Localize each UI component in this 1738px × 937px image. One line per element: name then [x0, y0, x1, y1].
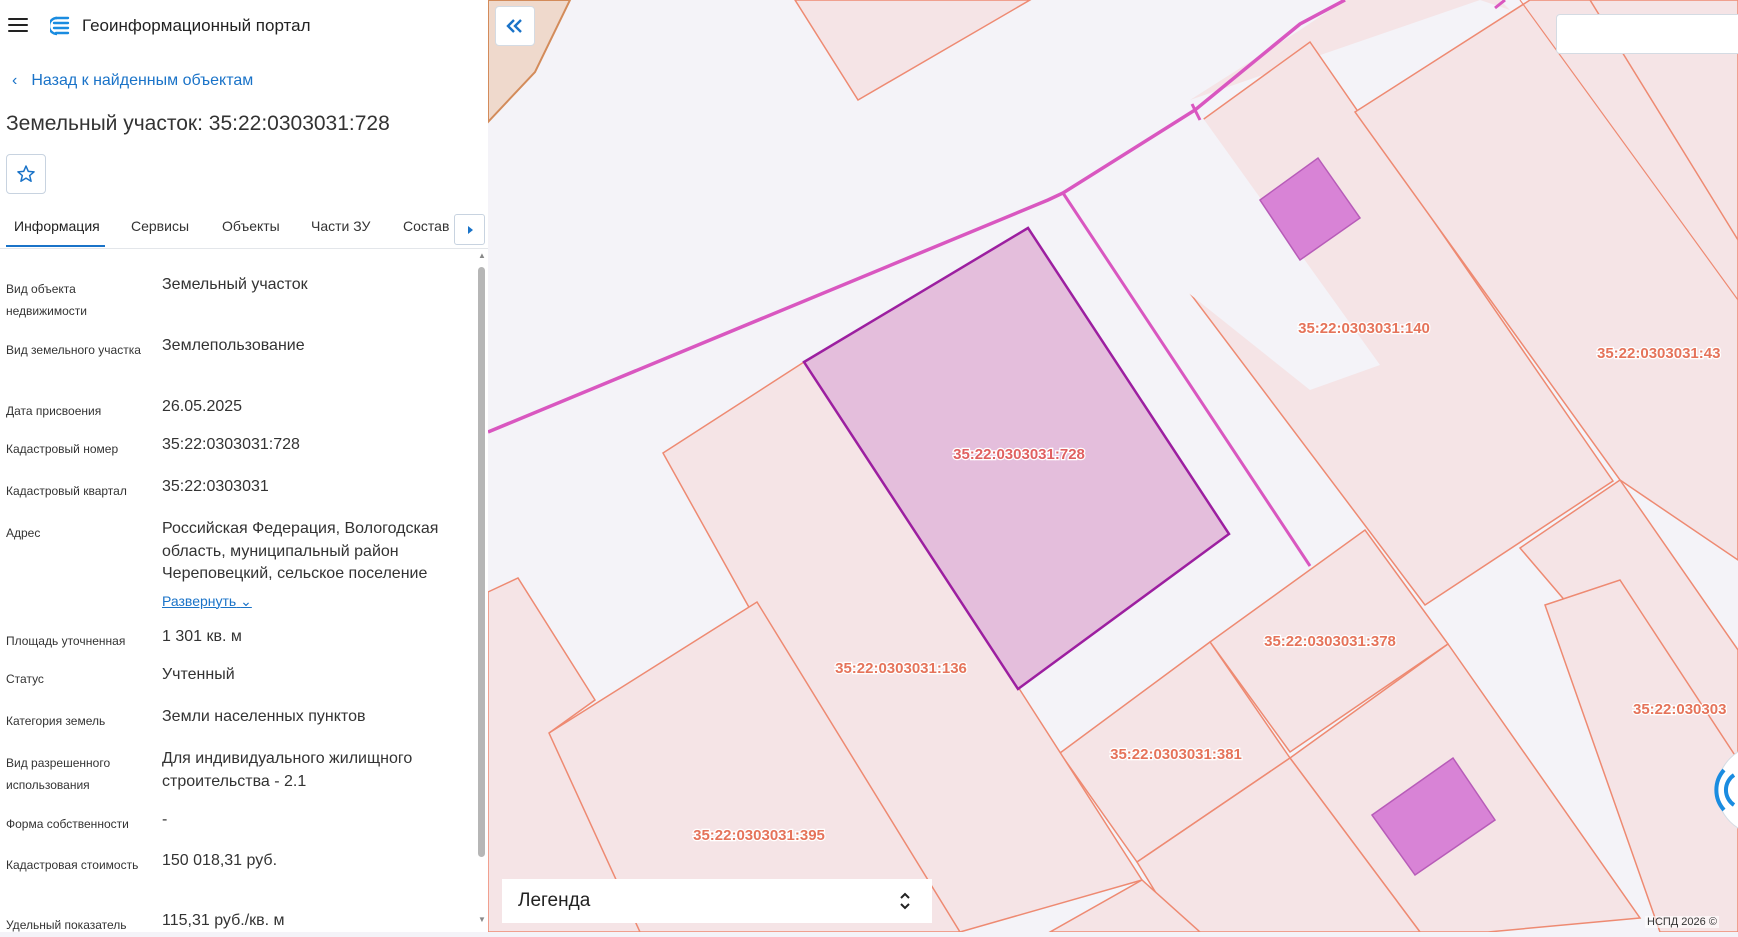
scroll-down-arrow-icon[interactable]: ▼ [477, 916, 487, 924]
property-label: Категория земель [6, 714, 106, 728]
caret-right-icon [467, 225, 473, 234]
property-value: 115,31 руб./кв. м [162, 912, 285, 929]
expand-address-link[interactable]: Развернуть ⌄ [162, 590, 252, 613]
property-label: Форма собственности [6, 817, 129, 831]
legend-panel[interactable]: Легенда [502, 879, 932, 923]
tab-objects[interactable]: Объекты [222, 218, 280, 234]
tab-information[interactable]: Информация [14, 218, 100, 234]
property-label: Площадь уточненная [6, 634, 126, 648]
top-bar: Геоинформационный портал [0, 0, 488, 52]
back-link-label: Назад к найденным объектам [31, 72, 254, 89]
expand-collapse-icon [900, 892, 910, 910]
map-search-input[interactable] [1556, 14, 1738, 54]
double-chevron-left-icon [506, 19, 522, 33]
property-label: Дата присвоения [6, 404, 102, 418]
parcel-label: 35:22:0303031:43 [1597, 345, 1720, 362]
chevron-left-icon: ‹ [12, 72, 18, 89]
property-value: 1 301 кв. м [162, 628, 242, 645]
property-value: Учтенный [162, 666, 235, 683]
chevron-down-icon: ⌄ [240, 592, 252, 609]
scrollbar-thumb[interactable] [478, 267, 485, 857]
favorite-button[interactable] [6, 154, 46, 194]
property-label: Статус [6, 672, 44, 686]
copyright: НСПД 2026 © [1645, 916, 1719, 928]
property-label: Вид разрешенного использования [6, 756, 111, 792]
property-value: Для индивидуального жилищного строительс… [162, 750, 413, 790]
property-value: Российская Федерация, Вологодская област… [162, 518, 462, 613]
parcel-label: 35:22:0303031:381 [1110, 746, 1242, 763]
parcel-label: 35:22:0303031:728 [953, 446, 1085, 463]
info-sidebar: Геоинформационный портал ‹ Назад к найде… [0, 0, 488, 932]
property-value: Земли населенных пунктов [162, 708, 366, 725]
app-title: Геоинформационный портал [82, 16, 311, 35]
property-label: Удельный показатель [6, 918, 127, 932]
parcel-label: 35:22:030303 [1633, 701, 1726, 718]
property-value: Земельный участок [162, 276, 308, 293]
parcel-label: 35:22:0303031:140 [1298, 320, 1430, 337]
property-value: Землепользование [162, 337, 305, 354]
property-value: 35:22:0303031:728 [162, 436, 300, 453]
tab-composition[interactable]: Состав [403, 218, 449, 234]
property-label: Кадастровый номер [6, 442, 119, 456]
address-text: Российская Федерация, Вологодская област… [162, 520, 439, 582]
property-value: 150 018,31 руб. [162, 852, 278, 869]
tab-land-parts[interactable]: Части ЗУ [311, 218, 370, 234]
page-title: Земельный участок: 35:22:0303031:728 [6, 112, 390, 135]
legend-label: Легенда [518, 890, 591, 911]
property-label: Кадастровая стоимость [6, 858, 139, 872]
property-value: 26.05.2025 [162, 398, 243, 415]
parcel-label: 35:22:0303031:395 [693, 827, 825, 844]
menu-icon[interactable] [8, 14, 30, 36]
back-to-results-link[interactable]: ‹ Назад к найденным объектам [12, 72, 253, 90]
property-value: 35:22:0303031 [162, 478, 269, 495]
tab-bar: Информация Сервисы Объекты Части ЗУ Сост… [0, 208, 488, 249]
portal-logo-icon [50, 16, 70, 36]
tabs-scroll-right-button[interactable] [454, 214, 485, 245]
property-value: - [162, 811, 168, 828]
parcel-label: 35:22:0303031:136 [835, 660, 967, 677]
parcel-label: 35:22:0303031:378 [1264, 633, 1396, 650]
tab-services[interactable]: Сервисы [131, 218, 189, 234]
active-tab-indicator [6, 245, 105, 247]
star-icon [17, 165, 35, 183]
expand-label: Развернуть [162, 592, 237, 609]
property-label: Вид объекта недвижимости [6, 282, 87, 318]
property-label: Кадастровый квартал [6, 484, 127, 498]
property-label: Вид земельного участка [6, 343, 141, 357]
scroll-up-arrow-icon[interactable]: ▲ [477, 252, 487, 260]
property-label: Адрес [6, 526, 41, 540]
collapse-panel-button[interactable] [495, 6, 535, 46]
